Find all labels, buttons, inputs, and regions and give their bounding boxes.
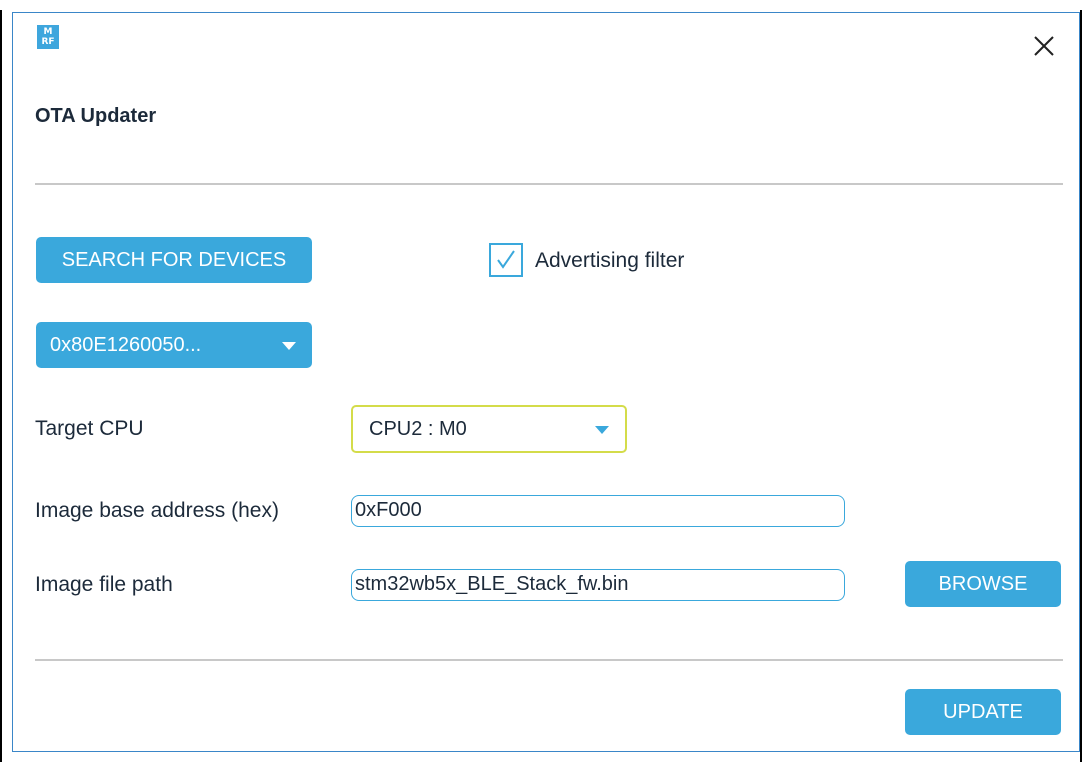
browse-button[interactable]: BROWSE	[905, 561, 1061, 607]
device-select-value: 0x80E1260050...	[50, 334, 202, 356]
app-logo-icon: M RF	[37, 25, 59, 49]
target-cpu-label: Target CPU	[35, 417, 144, 440]
advertising-filter-label: Advertising filter	[535, 249, 685, 272]
device-select[interactable]: 0x80E1260050...	[36, 322, 312, 368]
advertising-filter-checkbox[interactable]	[489, 243, 523, 277]
image-file-path-field[interactable]: stm32wb5x_BLE_Stack_fw.bin	[351, 569, 845, 601]
ota-updater-window: M RF OTA Updater SEARCH FOR DEVICES Adve…	[12, 12, 1080, 752]
image-file-path-label: Image file path	[35, 573, 173, 596]
chevron-down-icon	[595, 426, 609, 434]
bottom-divider	[35, 659, 1063, 661]
image-base-address-field[interactable]: 0xF000	[351, 495, 845, 527]
update-button[interactable]: UPDATE	[905, 689, 1061, 735]
logo-text-top: M	[43, 27, 53, 37]
logo-text-bottom: RF	[41, 37, 55, 47]
image-base-address-label: Image base address (hex)	[35, 499, 279, 522]
target-cpu-value: CPU2 : M0	[369, 418, 467, 440]
search-devices-button[interactable]: SEARCH FOR DEVICES	[36, 237, 312, 283]
top-divider	[35, 183, 1063, 185]
target-cpu-select[interactable]: CPU2 : M0	[351, 405, 627, 453]
page-title: OTA Updater	[35, 105, 157, 127]
chevron-down-icon	[282, 342, 296, 350]
checkmark-icon	[497, 250, 515, 269]
close-icon[interactable]	[1031, 33, 1057, 59]
